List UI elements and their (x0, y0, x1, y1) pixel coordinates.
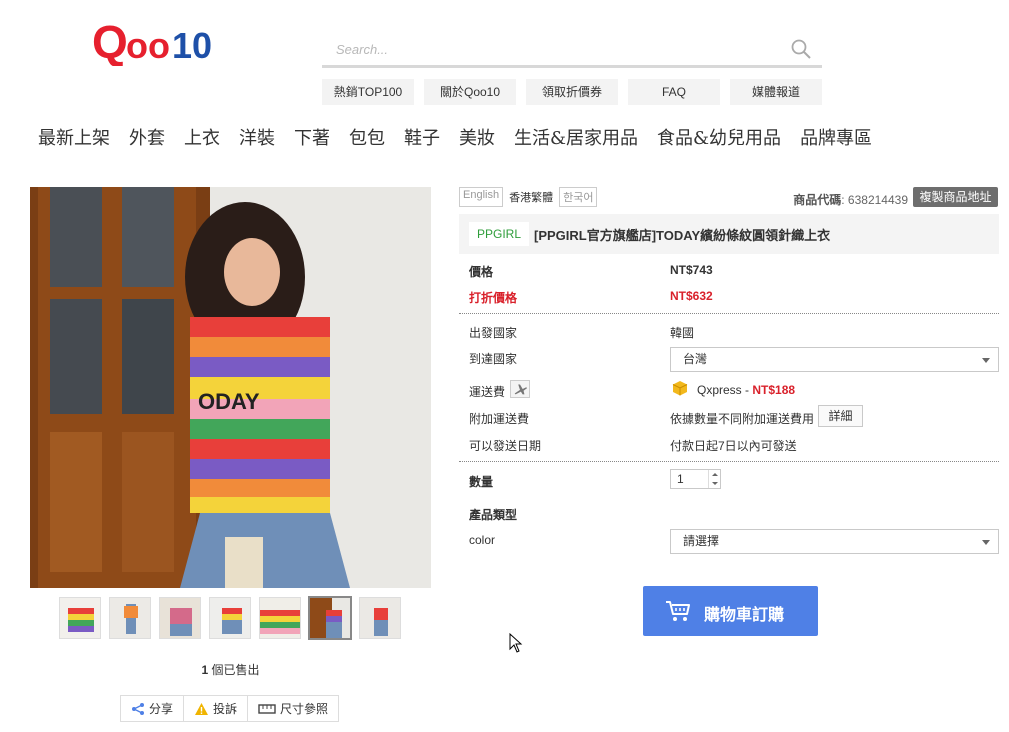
sold-count-text: 個已售出 (211, 663, 260, 677)
mouse-cursor-icon (509, 633, 523, 653)
nav-item-bottoms[interactable]: 下著 (294, 124, 330, 152)
logo-10: 10 (172, 25, 212, 66)
divider (459, 313, 999, 314)
ruler-icon (258, 703, 276, 714)
product-photo: ODAY (30, 187, 431, 588)
destination-label: 到達國家 (469, 352, 518, 366)
nav-item-new[interactable]: 最新上架 (38, 124, 110, 152)
rainbow-sweater (190, 317, 330, 513)
thumbnail[interactable] (159, 597, 201, 639)
nav-item-dresses[interactable]: 洋裝 (239, 124, 275, 152)
discount-price-label: 打折價格 (469, 291, 518, 305)
product-type-label: 產品類型 (469, 508, 518, 522)
warning-icon (195, 702, 209, 715)
search-input[interactable] (336, 39, 776, 59)
product-code-value: : 638214439 (841, 193, 908, 207)
quick-link-faq[interactable]: FAQ (628, 79, 720, 105)
lang-korean[interactable]: 한국어 (559, 187, 598, 207)
nav-item-brands[interactable]: 品牌專區 (800, 124, 872, 152)
ship-date-value: 付款日起7日以內可發送 (670, 439, 797, 453)
quantity-label: 數量 (469, 475, 494, 489)
share-icon (132, 702, 144, 715)
nav-item-tops[interactable]: 上衣 (184, 124, 220, 152)
shipping-detail-button[interactable]: 詳細 (818, 405, 863, 427)
color-select[interactable]: 請選擇 (670, 529, 999, 554)
quick-link-top100[interactable]: 熱銷TOP100 (322, 79, 414, 105)
nav-item-beauty[interactable]: 美妝 (459, 124, 495, 152)
thumbnail[interactable] (59, 597, 101, 639)
lang-traditional-chinese[interactable]: 香港繁體 (505, 187, 557, 207)
color-option-label: color (469, 533, 496, 547)
product-title-box: PPGIRL [PPGIRL官方旗艦店]TODAY繽紛條紋圓領針織上衣 (459, 214, 999, 254)
report-button[interactable]: 投訴 (184, 696, 249, 721)
social-actions: 分享 投訴 尺寸參照 (120, 695, 340, 722)
lang-english[interactable]: English (459, 187, 504, 207)
shipping-method: Qxpress - NT$188 (697, 383, 795, 397)
chevron-up-icon[interactable] (712, 473, 718, 476)
quantity-stepper[interactable]: 1 (670, 469, 721, 489)
product-title: [PPGIRL官方旗艦店]TODAY繽紛條紋圓領針織上衣 (534, 228, 831, 243)
airplane-icon[interactable] (510, 380, 530, 398)
quantity-value: 1 (677, 472, 684, 486)
thumbnail[interactable] (209, 597, 251, 639)
extra-shipping-text: 依據數量不同附加運送費用 (670, 412, 815, 426)
report-label: 投訴 (213, 702, 238, 716)
brand-tag[interactable]: PPGIRL (469, 222, 530, 246)
thumbnail-active[interactable] (308, 596, 352, 640)
quick-link-media[interactable]: 媒體報道 (730, 79, 822, 105)
thumbnail[interactable] (359, 597, 401, 639)
shipping-fee: NT$188 (752, 383, 796, 397)
price-label: 價格 (469, 265, 494, 279)
nav-item-food-baby[interactable]: 食品&幼兒用品 (657, 124, 781, 152)
cart-icon (666, 601, 690, 621)
nav-item-outerwear[interactable]: 外套 (129, 124, 165, 152)
sold-count-number: 1 (201, 663, 209, 677)
origin-label: 出發國家 (469, 326, 518, 340)
divider (459, 461, 999, 462)
destination-select[interactable]: 台灣 (670, 347, 999, 372)
color-selected: 請選擇 (683, 534, 720, 548)
origin-value: 韓國 (670, 326, 695, 340)
shipping-label: 運送費 (469, 385, 506, 399)
search-bar (322, 30, 822, 68)
sweater-print: ODAY (198, 389, 260, 414)
quick-link-coupon[interactable]: 領取折價券 (526, 79, 618, 105)
chevron-down-icon (982, 540, 990, 545)
language-switch: English 香港繁體 한국어 (459, 187, 599, 207)
product-code-label: 商品代碼 (793, 193, 842, 207)
add-to-cart-label: 購物車訂購 (704, 605, 785, 624)
logo-oo: oo (126, 25, 170, 66)
quick-link-about[interactable]: 關於Qoo10 (424, 79, 516, 105)
product-main-image[interactable]: ODAY (30, 187, 431, 588)
share-label: 分享 (149, 702, 174, 716)
logo-q: Q (92, 18, 128, 66)
copy-url-button[interactable]: 複製商品地址 (913, 187, 998, 207)
product-code: 商品代碼: 638214439 (793, 191, 908, 208)
size-guide-button[interactable]: 尺寸參照 (248, 696, 338, 721)
thumbnail[interactable] (109, 597, 151, 639)
size-guide-label: 尺寸參照 (280, 702, 329, 716)
extra-shipping-label: 附加運送費 (469, 412, 530, 426)
nav-item-shoes[interactable]: 鞋子 (404, 124, 440, 152)
discount-price-value: NT$632 (670, 289, 713, 303)
category-nav: 最新上架 外套 上衣 洋裝 下著 包包 鞋子 美妝 生活&居家用品 食品&幼兒用… (38, 124, 891, 152)
shipping-method-label: Qxpress - (697, 383, 753, 397)
share-button[interactable]: 分享 (121, 696, 185, 721)
thumbnail[interactable] (259, 597, 301, 639)
chevron-down-icon[interactable] (712, 482, 718, 485)
price-value: NT$743 (670, 263, 713, 277)
nav-item-bags[interactable]: 包包 (349, 124, 385, 152)
search-icon[interactable] (790, 38, 812, 60)
sold-count: 1 個已售出 (0, 661, 461, 678)
ship-date-label: 可以發送日期 (469, 439, 542, 453)
quantity-spinner[interactable] (708, 470, 720, 488)
add-to-cart-button[interactable]: 購物車訂購 (643, 586, 818, 636)
qoo10-logo[interactable]: Q oo 10 (92, 18, 228, 66)
package-icon (672, 381, 688, 396)
nav-item-living[interactable]: 生活&居家用品 (514, 124, 638, 152)
chevron-down-icon (982, 358, 990, 363)
destination-selected: 台灣 (683, 352, 708, 366)
